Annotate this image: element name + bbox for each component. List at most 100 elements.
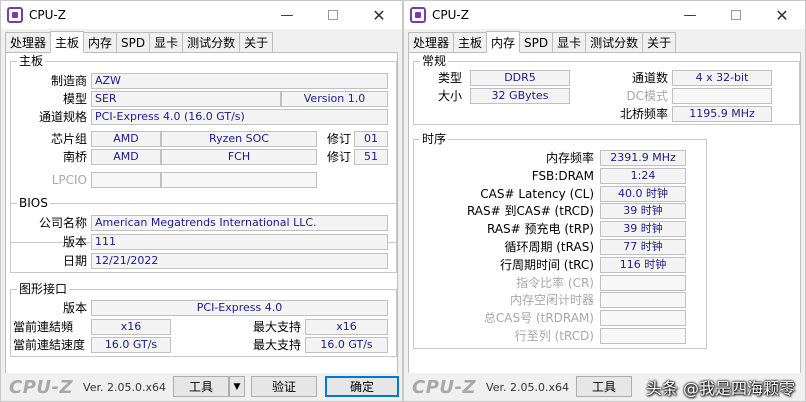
tools-dropdown-arrow-icon[interactable]: ▼ <box>229 376 245 397</box>
chipset-rev-label: 修订 <box>326 132 351 146</box>
chipset-vendor-value: AMD <box>91 131 161 147</box>
timing-label: CAS# Latency (CL) <box>480 186 594 201</box>
version-text: Ver. 2.05.0.x64 <box>83 380 166 394</box>
bios-brand-value: American Megatrends International LLC. <box>91 215 388 231</box>
gfx-max-speed-value: 16.0 GT/s <box>305 337 388 353</box>
timing-label: 内存空闲计时器 <box>509 293 594 308</box>
tab-memory[interactable]: 内存 <box>486 31 521 53</box>
dc-mode-label: DC模式 <box>626 89 668 103</box>
gfx-max-speed-label: 最大支持 <box>252 338 301 352</box>
bios-brand-label: 公司名称 <box>38 216 87 230</box>
timing-label: 行至列 (tRCD) <box>514 329 594 343</box>
channels-value: 4 x 32-bit <box>672 70 772 86</box>
gfx-cur-width-value: x16 <box>91 319 171 335</box>
nb-freq-value: 1195.9 MHz <box>672 106 772 122</box>
general-group-title: 常规 <box>420 54 449 68</box>
bios-date-value: 12/21/2022 <box>91 253 388 269</box>
tab-spd[interactable]: SPD <box>519 32 554 52</box>
tab-mainboard[interactable]: 主板 <box>453 32 488 52</box>
cpuz-window-mainboard: CPU-Z — ✕ 处理器 主板 内存 SPD 显卡 测试分数 关于 主板 制造… <box>0 0 403 402</box>
southbridge-rev-value: 51 <box>354 149 388 165</box>
timing-label: FSB:DRAM <box>531 168 594 183</box>
version-text: Ver. 2.05.0.x64 <box>486 380 569 394</box>
gfx-version-label: 版本 <box>62 301 87 315</box>
mainboard-panel: 主板 制造商 AZW 模型 SER Version 1.0 通道规格 PCI-E… <box>5 53 398 373</box>
timing-label: 指令比率 (CR) <box>516 275 594 290</box>
southbridge-label: 南桥 <box>62 150 87 164</box>
bus-label: 通道规格 <box>38 110 87 124</box>
close-icon[interactable]: ✕ <box>356 1 402 29</box>
cpuz-brand-logo: CPU-Z <box>9 376 74 398</box>
validate-button[interactable]: 验证 <box>251 376 317 397</box>
tab-mainboard[interactable]: 主板 <box>50 31 85 53</box>
tools-button[interactable]: 工具 <box>173 376 229 397</box>
tab-cpu[interactable]: 处理器 <box>5 32 52 52</box>
tab-bench[interactable]: 测试分数 <box>182 32 241 52</box>
tab-cpu[interactable]: 处理器 <box>408 32 455 52</box>
bus-value: PCI-Express 4.0 (16.0 GT/s) <box>91 109 388 125</box>
memory-panel: 常规 类型 DDR5 通道数 4 x 32-bit 大小 32 GBytes D… <box>408 53 801 373</box>
footer-bar: CPU-Z Ver. 2.05.0.x64 工具 ▼ 验证 确定 <box>1 373 402 401</box>
timing-value <box>600 328 686 344</box>
tab-graphics[interactable]: 显卡 <box>552 32 587 52</box>
timing-value: 39 时钟 <box>600 221 686 238</box>
timing-label: RAS# 预充电 (tRP) <box>486 222 594 237</box>
gfx-cur-speed-value: 16.0 GT/s <box>91 337 171 353</box>
tab-about[interactable]: 关于 <box>642 32 677 52</box>
lpcio-label: LPCIO <box>51 173 87 187</box>
gfx-max-width-label: 最大支持 <box>252 320 301 334</box>
timing-label: 内存频率 <box>545 151 594 165</box>
tab-graphics[interactable]: 显卡 <box>149 32 184 52</box>
tab-about[interactable]: 关于 <box>239 32 274 52</box>
southbridge-rev-label: 修订 <box>326 150 351 164</box>
maximize-icon[interactable] <box>713 1 759 29</box>
title-bar[interactable]: CPU-Z — ✕ <box>404 1 805 29</box>
timing-label: 总CAS号 (tRDRAM) <box>483 311 594 326</box>
southbridge-vendor-value: AMD <box>91 149 161 165</box>
timing-value: 2391.9 MHz <box>600 150 686 166</box>
gfx-version-value: PCI-Express 4.0 <box>91 300 388 316</box>
model-value: SER <box>91 91 281 107</box>
timings-group-title: 时序 <box>420 132 449 146</box>
minimize-icon[interactable]: — <box>667 1 713 29</box>
tools-button[interactable]: 工具 <box>576 376 632 397</box>
window-title: CPU-Z <box>432 8 469 22</box>
southbridge-name-value: FCH <box>161 149 317 165</box>
tab-bar: 处理器 主板 内存 SPD 显卡 测试分数 关于 <box>408 31 801 53</box>
maximize-icon[interactable] <box>310 1 356 29</box>
timing-label: 循环周期 (tRAS) <box>504 240 594 254</box>
motherboard-group-title: 主板 <box>17 54 46 68</box>
cpuz-brand-logo: CPU-Z <box>412 376 477 398</box>
cpuz-app-icon <box>7 7 23 23</box>
tab-bench[interactable]: 测试分数 <box>585 32 644 52</box>
window-title: CPU-Z <box>29 8 66 22</box>
close-icon[interactable]: ✕ <box>759 1 805 29</box>
timing-value <box>600 274 686 291</box>
manufacturer-value: AZW <box>91 73 388 89</box>
bios-date-label: 日期 <box>62 254 87 268</box>
cpuz-app-icon <box>410 7 426 23</box>
dc-mode-value <box>672 88 772 104</box>
ok-button[interactable]: 确定 <box>325 376 399 397</box>
lpcio-name-value <box>161 172 317 188</box>
minimize-icon[interactable]: — <box>264 1 310 29</box>
graphics-interface-group: 图形接口 版本 PCI-Express 4.0 當前連結頻 x16 最大支持 x… <box>10 282 397 357</box>
gfx-cur-speed-label: 當前連結速度 <box>13 338 86 352</box>
timing-label: 行周期时间 (tRC) <box>499 257 594 272</box>
gfx-cur-width-label: 當前連結頻 <box>13 320 74 334</box>
watermark-text: 头条 @我是四海颗零 <box>645 379 795 398</box>
bios-group: BIOS 公司名称 American Megatrends Internatio… <box>10 196 397 273</box>
timing-value: 1:24 <box>600 167 686 184</box>
manufacturer-label: 制造商 <box>50 74 87 88</box>
cpuz-window-memory: CPU-Z — ✕ 处理器 主板 内存 SPD 显卡 测试分数 关于 常规 类型… <box>403 0 806 402</box>
title-bar[interactable]: CPU-Z — ✕ <box>1 1 402 29</box>
mem-size-value: 32 GBytes <box>470 88 570 104</box>
tab-memory[interactable]: 内存 <box>83 32 118 52</box>
tab-spd[interactable]: SPD <box>116 32 151 52</box>
model-label: 模型 <box>62 92 87 106</box>
mem-size-label: 大小 <box>437 89 462 103</box>
timing-label: RAS# 到CAS# (tRCD) <box>466 204 594 219</box>
chipset-rev-value: 01 <box>354 131 388 147</box>
timing-value <box>600 292 686 309</box>
gfx-max-width-value: x16 <box>305 319 388 335</box>
